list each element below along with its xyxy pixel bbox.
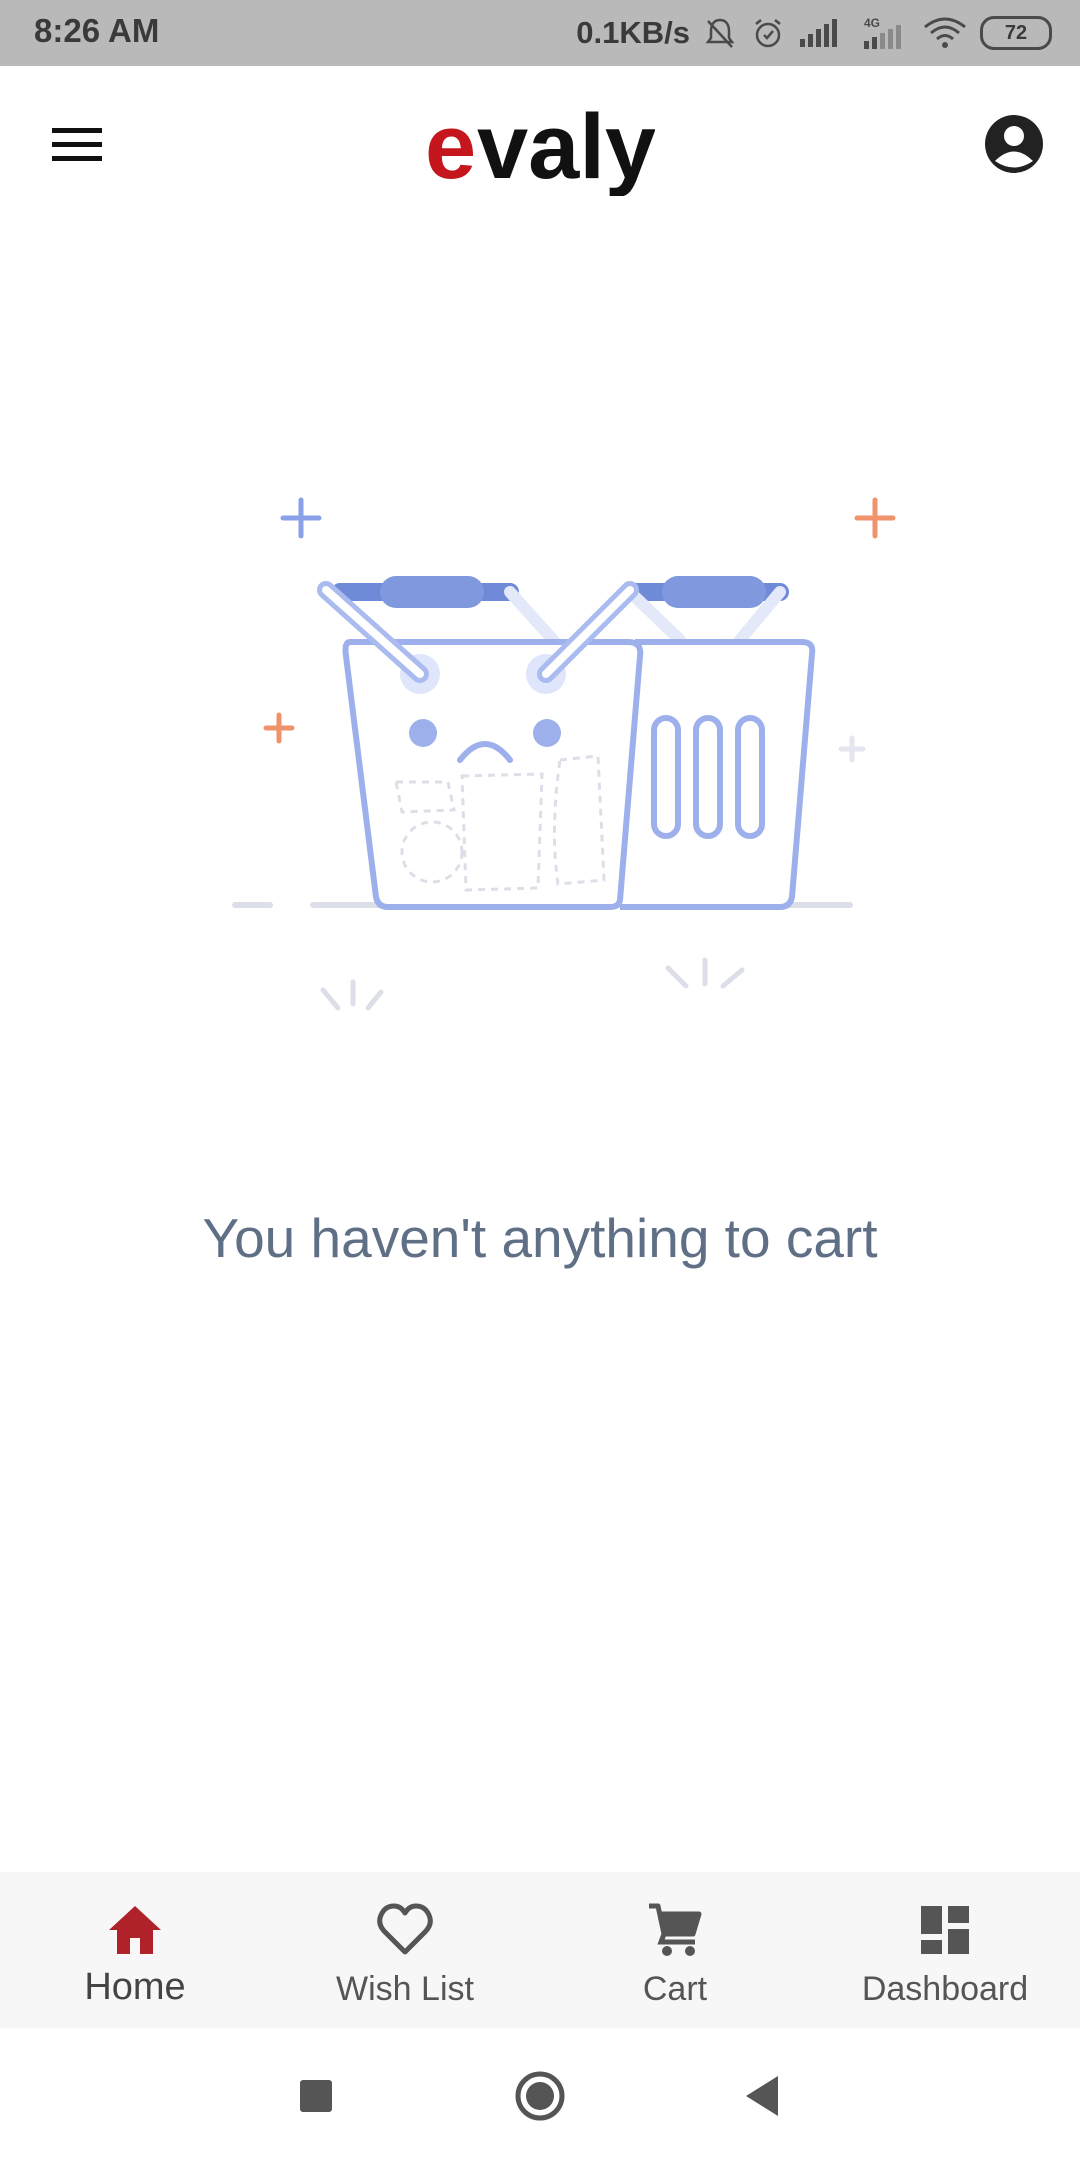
recents-icon[interactable] bbox=[288, 2068, 344, 2124]
nav-item-dashboard[interactable]: Dashboard bbox=[810, 1872, 1080, 2028]
empty-cart-message: You haven't anything to cart bbox=[202, 1207, 878, 1269]
status-icons: 0.1KB/s 4G 72 bbox=[576, 10, 1052, 56]
svg-text:e: e bbox=[425, 96, 476, 196]
wifi-icon bbox=[922, 15, 968, 51]
mute-icon bbox=[702, 15, 738, 51]
status-time: 8:26 AM bbox=[34, 12, 160, 49]
evaly-logo: e valy bbox=[425, 96, 656, 198]
nav-label-wish-list: Wish List bbox=[336, 1970, 474, 2008]
heart-icon bbox=[375, 1900, 435, 1960]
dashboard-icon bbox=[915, 1900, 975, 1960]
bottom-navigation: Home Wish List Cart Dashboard bbox=[0, 1872, 1080, 2028]
nav-label-cart: Cart bbox=[642, 1970, 708, 2008]
alarm-icon bbox=[750, 15, 786, 51]
signal-icon bbox=[798, 17, 842, 49]
cart-icon bbox=[645, 1900, 705, 1960]
back-icon[interactable] bbox=[736, 2068, 792, 2124]
svg-text:valy: valy bbox=[477, 96, 655, 196]
empty-cart-illustration bbox=[180, 460, 900, 1040]
nav-label-dashboard: Dashboard bbox=[861, 1970, 1029, 2008]
home-icon bbox=[105, 1900, 165, 1960]
network-speed: 0.1KB/s bbox=[576, 15, 690, 50]
nav-item-home[interactable]: Home bbox=[0, 1872, 270, 2028]
svg-text:4G: 4G bbox=[864, 16, 880, 30]
app-bar: e valy bbox=[0, 66, 1080, 222]
nav-item-wish-list[interactable]: Wish List bbox=[270, 1872, 540, 2028]
system-navigation-bar bbox=[0, 2028, 1080, 2160]
hamburger-menu-icon[interactable] bbox=[40, 114, 112, 174]
home-circle-icon[interactable] bbox=[512, 2068, 568, 2124]
status-bar: 8:26 AM 0.1KB/s 4G 72 bbox=[0, 0, 1080, 66]
nav-label-home: Home bbox=[84, 1966, 186, 2008]
battery-icon: 72 bbox=[980, 16, 1052, 50]
signal-4g-icon: 4G bbox=[854, 15, 910, 51]
nav-item-cart[interactable]: Cart bbox=[540, 1872, 810, 2028]
account-circle-icon[interactable] bbox=[982, 112, 1046, 176]
